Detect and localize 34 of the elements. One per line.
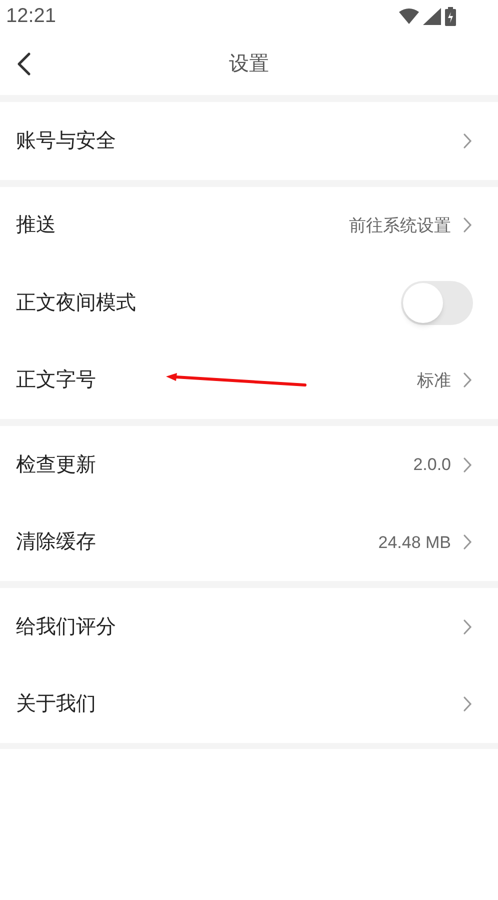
row-label: 给我们评分 (16, 614, 116, 640)
settings-row[interactable]: 正文夜间模式 (0, 264, 498, 342)
row-value: 2.0.0 (413, 454, 451, 476)
row-label: 正文夜间模式 (16, 290, 136, 316)
settings-row[interactable]: 清除缓存 24.48 MB (0, 504, 498, 581)
row-value: 24.48 MB (378, 532, 451, 554)
settings-row[interactable]: 账号与安全 (0, 102, 498, 180)
chevron-icon (463, 132, 472, 149)
settings-row[interactable]: 给我们评分 (0, 588, 498, 666)
chevron-icon (463, 217, 472, 234)
row-label: 清除缓存 (16, 530, 96, 556)
wifi-icon (399, 8, 419, 24)
chevron-icon (463, 696, 472, 712)
signal-icon (423, 8, 441, 24)
row-value: 前往系统设置 (349, 214, 451, 236)
settings-row[interactable]: 关于我们 (0, 666, 498, 743)
page-title: 设置 (229, 52, 269, 76)
row-label: 检查更新 (16, 452, 96, 478)
back-icon[interactable] (16, 52, 32, 76)
settings-row[interactable]: 推送 前往系统设置 (0, 186, 498, 264)
chevron-icon (463, 618, 472, 635)
row-label: 账号与安全 (16, 128, 116, 154)
toggle-switch[interactable] (401, 280, 473, 325)
row-value: 标准 (417, 370, 451, 392)
battery-icon (445, 6, 456, 26)
chevron-icon (463, 456, 472, 473)
chevron-icon (463, 534, 472, 550)
settings-row[interactable]: 检查更新 2.0.0 (0, 426, 498, 504)
row-label: 正文字号 (16, 368, 96, 394)
row-label: 关于我们 (16, 692, 96, 718)
row-label: 推送 (16, 213, 56, 238)
status-time: 12:21 (6, 4, 56, 29)
chevron-icon (463, 372, 472, 388)
settings-row[interactable]: 正文字号 标准 (0, 342, 498, 419)
